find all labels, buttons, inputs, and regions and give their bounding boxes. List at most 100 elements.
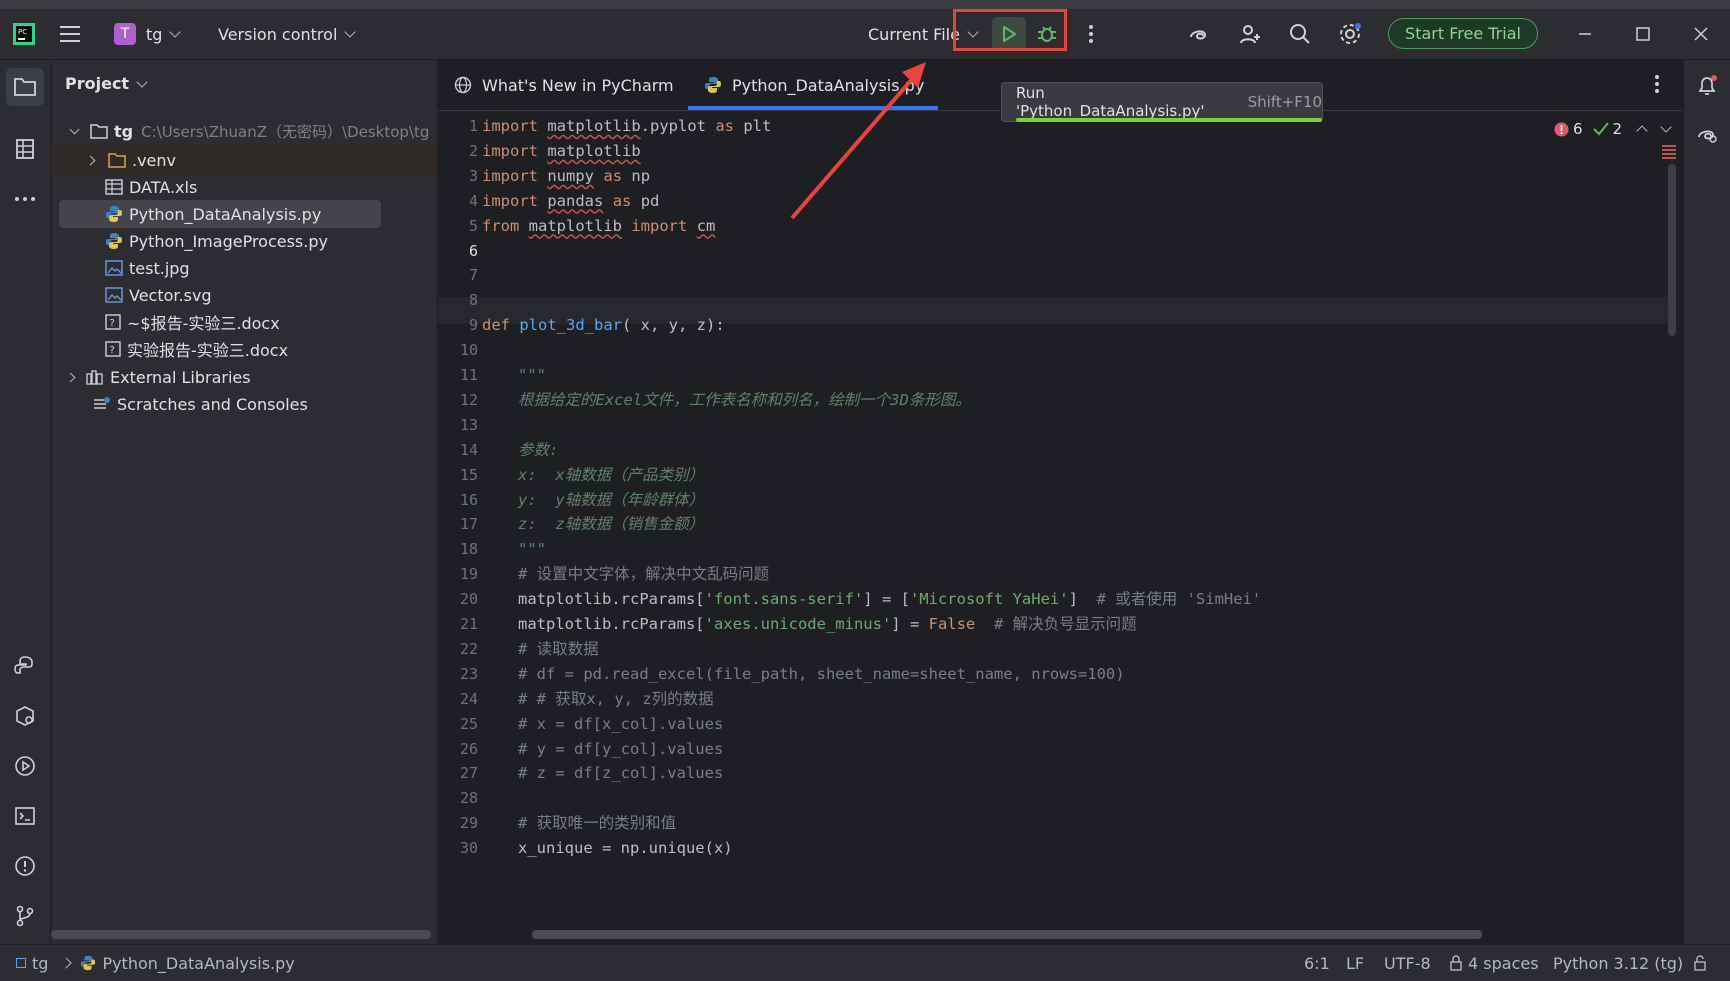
project-switcher[interactable]: T tg [114,9,182,59]
code-line[interactable]: import numpy as np [482,163,650,191]
project-panel-header[interactable]: Project [65,74,148,93]
line-number[interactable]: 7 [438,262,478,290]
line-number[interactable]: 9 [438,312,478,340]
maximize-icon[interactable] [1636,9,1650,59]
tab-more-icon[interactable] [1654,74,1660,98]
more-actions-icon[interactable] [1088,9,1094,59]
line-number[interactable]: 21 [438,611,478,639]
line-number[interactable]: 17 [438,511,478,539]
main-menu-icon[interactable] [60,9,82,59]
code-line[interactable]: z: z轴数据（销售金额） [518,511,704,539]
code-line[interactable]: 根据给定的Excel文件，工作表名称和列名，绘制一个3D条形图。 [518,387,971,415]
tree-item-python-dataanalysis[interactable]: Python_DataAnalysis.py [59,200,381,228]
services-icon[interactable] [6,697,44,735]
line-number[interactable]: 25 [438,711,478,739]
code-line[interactable]: x: x轴数据（产品类别） [518,462,704,490]
line-number[interactable]: 19 [438,561,478,589]
tab-whats-new[interactable]: What's New in PyCharm [454,60,674,110]
line-number[interactable]: 24 [438,686,478,714]
code-line[interactable]: y: y轴数据（年龄群体） [518,487,704,515]
code-line[interactable]: # # 获取x, y, z列的数据 [518,686,714,714]
python-packages-icon[interactable] [6,647,44,685]
file-encoding[interactable]: UTF-8 [1384,945,1431,981]
close-icon[interactable] [1694,9,1708,59]
line-number[interactable]: 26 [438,736,478,764]
search-icon[interactable] [1288,9,1312,59]
line-number[interactable]: 15 [438,462,478,490]
line-number[interactable]: 20 [438,586,478,614]
code-line[interactable]: import matplotlib [482,138,641,166]
code-line[interactable]: import pandas as pd [482,188,659,216]
error-stripe-marks[interactable] [1662,145,1676,161]
line-number[interactable]: 27 [438,760,478,788]
line-number[interactable]: 1 [438,113,478,141]
code-line[interactable]: # 设置中文字体，解决中文乱码问题 [518,561,769,589]
chevron-down-icon[interactable] [1660,121,1672,133]
breadcrumb-root[interactable]: tg [32,954,48,973]
code-line[interactable]: # 获取唯一的类别和值 [518,810,676,838]
vertical-scrollbar[interactable] [1668,164,1676,336]
code-line[interactable]: 参数: [518,437,558,465]
code-line[interactable]: """ [518,536,546,564]
python-interpreter[interactable]: Python 3.12 (tg) [1553,945,1683,981]
line-number[interactable]: 10 [438,337,478,365]
line-number[interactable]: 13 [438,412,478,440]
structure-tool-button[interactable] [6,130,44,168]
horizontal-scrollbar[interactable] [532,930,1482,939]
line-number[interactable]: 12 [438,387,478,415]
chevron-up-icon[interactable] [1636,125,1648,137]
line-number[interactable]: 5 [438,213,478,241]
code-line[interactable]: matplotlib.rcParams['font.sans-serif'] =… [518,586,1261,614]
line-number[interactable]: 23 [438,661,478,689]
code-line[interactable]: # 读取数据 [518,636,599,664]
code-line[interactable]: x_unique = np.unique(x) [518,835,733,863]
code-line[interactable]: # df = pd.read_excel(file_path, sheet_na… [518,661,1125,689]
more-tools-icon[interactable] [6,180,44,218]
line-number[interactable]: 16 [438,487,478,515]
line-separator[interactable]: LF [1346,945,1364,981]
ai-assistant-icon[interactable] [1186,9,1210,59]
vcs-menu[interactable]: Version control [218,9,357,59]
line-number[interactable]: 3 [438,163,478,191]
minimize-icon[interactable] [1578,9,1592,59]
line-number[interactable]: 30 [438,835,478,863]
problems-icon[interactable] [6,847,44,885]
tree-item-temp-docx[interactable]: ? ~$报告-实验三.docx [51,308,437,336]
code-line[interactable]: from matplotlib import cm [482,213,715,241]
line-number[interactable]: 14 [438,437,478,465]
caret-position[interactable]: 6:1 [1304,945,1330,981]
project-panel-scrollbar[interactable] [51,930,431,939]
terminal-icon[interactable] [6,797,44,835]
tree-item-test-jpg[interactable]: test.jpg [51,254,437,282]
add-user-icon[interactable] [1238,9,1262,59]
line-number[interactable]: 29 [438,810,478,838]
code-line[interactable]: """ [518,362,546,390]
line-number[interactable]: 11 [438,362,478,390]
start-free-trial-button[interactable]: Start Free Trial [1388,18,1538,49]
notifications-icon[interactable] [1688,66,1726,104]
line-number[interactable]: 2 [438,138,478,166]
code-line[interactable]: # x = df[x_col].values [518,711,723,739]
project-tool-button[interactable] [6,68,44,106]
line-number[interactable]: 22 [438,636,478,664]
run-tool-icon[interactable] [6,747,44,785]
line-number[interactable]: 8 [438,287,478,315]
breadcrumb-file[interactable]: Python_DataAnalysis.py [102,954,294,973]
tree-item-data-xls[interactable]: DATA.xls [51,173,437,201]
tree-root-tg[interactable]: tg C:\Users\ZhuanZ（无密码）\Desktop\tg [51,117,437,145]
code-line[interactable]: def plot_3d_bar( x, y, z): [482,312,725,340]
tree-item-report-docx[interactable]: ? 实验报告-实验三.docx [51,335,437,363]
readonly-lock-icon[interactable] [1692,945,1708,981]
settings-gear-icon[interactable] [1337,9,1363,59]
line-number[interactable]: 4 [438,188,478,216]
tree-item-venv[interactable]: .venv [51,146,437,174]
ai-chat-icon[interactable] [1688,114,1726,152]
line-number[interactable]: 28 [438,785,478,813]
line-number[interactable]: 6 [438,238,478,266]
indent-setting[interactable]: 4 spaces [1448,945,1539,981]
tree-item-vector-svg[interactable]: Vector.svg [51,281,437,309]
code-line[interactable]: matplotlib.rcParams['axes.unicode_minus'… [518,611,1137,639]
tree-item-python-imageprocess[interactable]: Python_ImageProcess.py [51,227,437,255]
line-number[interactable]: 18 [438,536,478,564]
code-line[interactable]: import matplotlib.pyplot as plt [482,113,771,141]
